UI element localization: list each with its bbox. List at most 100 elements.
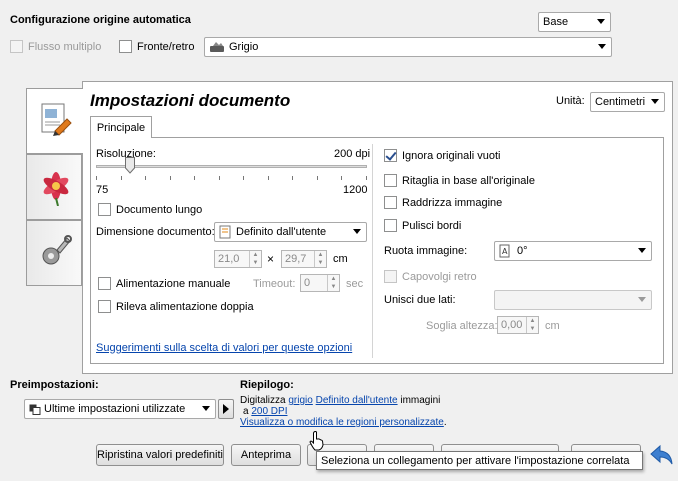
double-feed-label: Rileva alimentazione doppia bbox=[116, 300, 254, 313]
presets-select[interactable]: Ultime impostazioni utilizzate bbox=[24, 399, 216, 419]
spinner-arrows-icon[interactable]: ▲ ▼ bbox=[526, 317, 538, 333]
dpi-link[interactable]: 200 DPI bbox=[251, 406, 287, 417]
skip-blank-checkbox[interactable]: Ignora originali vuoti bbox=[384, 149, 500, 162]
tooltip-text: Seleziona un collegamento per attivare l… bbox=[321, 454, 630, 467]
duplex-check[interactable] bbox=[119, 40, 132, 53]
clean-edges-checkbox[interactable]: Pulisci bordi bbox=[384, 219, 461, 232]
slider-tick bbox=[145, 176, 146, 180]
tab-document-settings[interactable] bbox=[26, 88, 83, 154]
timeout-value: 0 bbox=[304, 277, 311, 289]
tab-advanced-settings[interactable] bbox=[26, 220, 82, 286]
long-document-checkbox[interactable]: Documento lungo bbox=[98, 203, 202, 216]
color-link[interactable]: grigio bbox=[288, 395, 312, 406]
back-arrow-icon[interactable] bbox=[650, 444, 674, 469]
long-document-label: Documento lungo bbox=[116, 203, 203, 216]
slider-tick bbox=[268, 176, 269, 180]
duplex-checkbox[interactable]: Fronte/retro bbox=[119, 40, 194, 53]
double-feed-check[interactable] bbox=[98, 300, 111, 313]
panel-title: Impostazioni documento bbox=[90, 91, 291, 110]
column-divider bbox=[372, 144, 373, 358]
hint-link[interactable]: Suggerimenti sulla scelta di valori per … bbox=[96, 342, 352, 354]
regions-period: . bbox=[443, 417, 447, 428]
timeout-unit: sec bbox=[346, 278, 364, 290]
chevron-down-icon bbox=[651, 99, 659, 104]
manual-feed-check[interactable] bbox=[98, 277, 111, 290]
rotate-label: Ruota immagine: bbox=[384, 245, 468, 257]
skip-blank-check[interactable] bbox=[384, 149, 397, 162]
clean-edges-check[interactable] bbox=[384, 219, 397, 232]
straighten-check[interactable] bbox=[384, 196, 397, 209]
summary-suffix: immagini bbox=[397, 395, 441, 406]
slider-min-label: 75 bbox=[96, 184, 109, 196]
mode-select-value: Base bbox=[543, 16, 569, 28]
preview-button[interactable]: Anteprima bbox=[231, 444, 301, 466]
presets-value: Ultime impostazioni utilizzate bbox=[44, 403, 186, 415]
timeout-input[interactable]: 0 ▲ ▼ bbox=[300, 274, 340, 292]
color-mode-select[interactable]: Grigio bbox=[204, 37, 612, 57]
summary-prefix: Digitalizza bbox=[240, 395, 289, 406]
rotate-select[interactable]: A 0° bbox=[494, 241, 652, 261]
slider-tick bbox=[243, 176, 244, 180]
threshold-input[interactable]: 0,00 ▲ ▼ bbox=[497, 316, 539, 334]
slider-tick bbox=[292, 176, 293, 180]
merge-sides-select[interactable] bbox=[494, 290, 652, 310]
threshold-label: Soglia altezza: bbox=[426, 320, 498, 332]
doc-size-label: Dimensione documento: bbox=[96, 226, 215, 238]
spinner-arrows-icon[interactable]: ▲ ▼ bbox=[314, 251, 326, 267]
slider-thumb[interactable] bbox=[125, 157, 135, 174]
slider-tick bbox=[194, 176, 195, 180]
chevron-down-icon bbox=[202, 406, 210, 411]
slider-tick bbox=[341, 176, 342, 180]
height-input[interactable]: 29,7 ▲ ▼ bbox=[281, 250, 327, 268]
flip-back-check[interactable] bbox=[384, 270, 397, 283]
width-input[interactable]: 21,0 ▲ ▼ bbox=[214, 250, 262, 268]
reset-defaults-button[interactable]: Ripristina valori predefiniti bbox=[96, 444, 224, 466]
document-settings-icon bbox=[39, 101, 73, 140]
mode-select[interactable]: Base bbox=[538, 12, 611, 32]
threshold-unit: cm bbox=[545, 320, 560, 332]
double-feed-checkbox[interactable]: Rileva alimentazione doppia bbox=[98, 300, 254, 313]
multi-flow-check[interactable] bbox=[10, 40, 23, 53]
straighten-checkbox[interactable]: Raddrizza immagine bbox=[384, 196, 502, 209]
tab-principale-label: Principale bbox=[96, 121, 146, 134]
size-unit: cm bbox=[333, 253, 348, 265]
multi-flow-checkbox[interactable]: Flusso multiplo bbox=[10, 40, 101, 53]
threshold-value: 0,00 bbox=[501, 319, 523, 331]
summary-label: Riepilogo: bbox=[240, 379, 294, 391]
doc-size-select[interactable]: Definito dall'utente bbox=[214, 222, 367, 242]
chevron-down-icon bbox=[598, 44, 606, 49]
tab-principale[interactable]: Principale bbox=[90, 116, 152, 138]
page-rotate-icon: A bbox=[499, 244, 511, 258]
flip-back-checkbox[interactable]: Capovolgi retro bbox=[384, 270, 477, 283]
slider-tick bbox=[317, 176, 318, 180]
height-value: 29,7 bbox=[285, 253, 307, 265]
long-document-check[interactable] bbox=[98, 203, 111, 216]
chevron-down-icon bbox=[597, 19, 605, 24]
rotate-value: 0° bbox=[517, 245, 528, 257]
presets-menu-button[interactable] bbox=[218, 399, 234, 419]
slider-tick bbox=[366, 176, 367, 180]
summary-line-2: a 200 DPI bbox=[240, 406, 447, 417]
spinner-arrows-icon[interactable]: ▲ ▼ bbox=[327, 275, 339, 291]
summary-line-3: Visualizza o modifica le regioni persona… bbox=[240, 417, 447, 428]
tools-icon bbox=[39, 234, 73, 273]
size-link[interactable]: Definito dall'utente bbox=[316, 395, 398, 406]
grayscale-icon bbox=[209, 41, 225, 53]
manual-feed-checkbox[interactable]: Alimentazione manuale bbox=[98, 277, 230, 290]
resolution-slider[interactable] bbox=[96, 157, 367, 183]
clean-edges-label: Pulisci bordi bbox=[402, 219, 462, 232]
crop-check[interactable] bbox=[384, 174, 397, 187]
slider-tick bbox=[96, 176, 97, 180]
chevron-down-icon bbox=[353, 229, 361, 234]
tab-image-settings[interactable] bbox=[26, 154, 82, 220]
units-select[interactable]: Centimetri bbox=[590, 92, 665, 112]
summary-line-1: Digitalizza grigio Definito dall'utente … bbox=[240, 395, 447, 406]
regions-link[interactable]: Visualizza o modifica le regioni persona… bbox=[240, 417, 444, 428]
preset-icon bbox=[29, 404, 41, 415]
spinner-arrows-icon[interactable]: ▲ ▼ bbox=[249, 251, 261, 267]
flower-icon bbox=[38, 168, 74, 209]
duplex-label: Fronte/retro bbox=[137, 40, 195, 53]
custom-size-icon bbox=[219, 225, 232, 239]
timeout-label: Timeout: bbox=[253, 278, 296, 290]
crop-checkbox[interactable]: Ritaglia in base all'originale bbox=[384, 174, 535, 187]
